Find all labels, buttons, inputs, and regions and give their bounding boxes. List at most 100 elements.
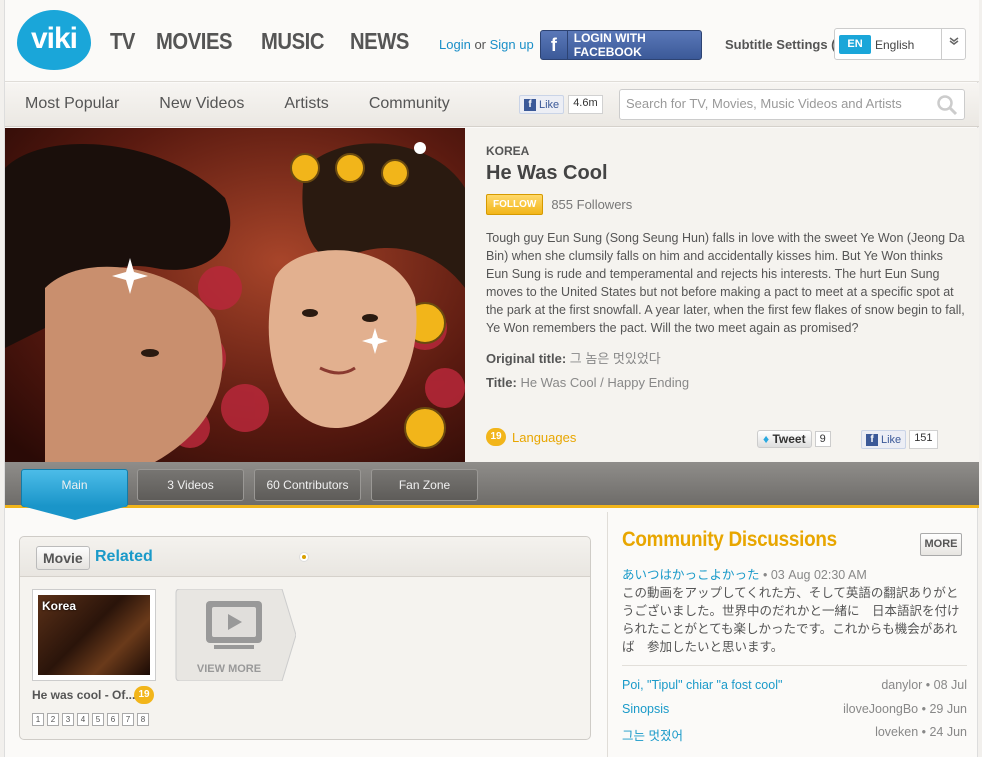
video-title[interactable]: He was cool - Of... bbox=[32, 688, 135, 702]
nav-news[interactable]: NEWS bbox=[350, 28, 409, 55]
sub-nav: Most Popular New Videos Artists Communit… bbox=[5, 83, 979, 127]
languages-count-badge: 19 bbox=[486, 428, 506, 446]
show-hero: KOREA He Was Cool FOLLOW 855 Followers T… bbox=[5, 128, 979, 462]
part-link[interactable]: 4 bbox=[77, 713, 89, 726]
tab-contributors[interactable]: 60 Contributors bbox=[254, 469, 361, 501]
language-code-badge: EN bbox=[839, 35, 871, 54]
title-row: Title: He Was Cool / Happy Ending bbox=[486, 371, 966, 395]
tweet-widget: ♦ Tweet 9 bbox=[757, 430, 831, 448]
part-pagination: 1 2 3 4 5 6 7 8 bbox=[32, 713, 149, 726]
facebook-like-label: Like bbox=[539, 98, 560, 111]
nav-music[interactable]: MUSIC bbox=[261, 28, 324, 55]
facebook-icon: f bbox=[541, 31, 568, 59]
discussion-row: 그는 멋졌어 loveken • 24 Jun bbox=[622, 725, 967, 744]
part-link[interactable]: 8 bbox=[137, 713, 149, 726]
title-value: He Was Cool / Happy Ending bbox=[520, 375, 690, 390]
video-thumbnail[interactable]: Korea bbox=[32, 589, 156, 681]
show-title: He Was Cool bbox=[486, 162, 608, 184]
show-description: Tough guy Eun Sung (Song Seung Hun) fall… bbox=[486, 231, 965, 335]
show-like-button[interactable]: f Like bbox=[861, 430, 907, 449]
facebook-login-label: LOGIN WITH FACEBOOK bbox=[573, 31, 646, 59]
languages-link[interactable]: 19 Languages bbox=[486, 428, 576, 446]
discussion-topic-link[interactable]: Sinopsis bbox=[622, 702, 669, 716]
facebook-like-count: 4.6m bbox=[568, 95, 603, 114]
show-info: KOREA He Was Cool FOLLOW 855 Followers T… bbox=[486, 144, 966, 395]
or-text: or bbox=[474, 37, 486, 52]
chevron-down-icon[interactable] bbox=[941, 29, 965, 59]
part-link[interactable]: 6 bbox=[107, 713, 119, 726]
community-discussions: Community Discussions MORE あいつはかっこよかった •… bbox=[607, 512, 979, 757]
search-input[interactable] bbox=[626, 96, 926, 111]
search-box bbox=[619, 89, 965, 120]
discussion-row: Poi, "Tipul" chiar "a fost cool" danylor… bbox=[622, 678, 967, 692]
discussion-body: この動画をアップしてくれた方、そして英語の翻訳ありがとうございました。世界中のだ… bbox=[622, 586, 960, 654]
thumbnail-overlay-label: Korea bbox=[42, 599, 77, 613]
discussion-topic-link[interactable]: あいつはかっこよかった bbox=[622, 568, 760, 582]
discussion-date: • 03 Aug 02:30 AM bbox=[763, 568, 867, 582]
part-link[interactable]: 5 bbox=[92, 713, 104, 726]
subnav-artists[interactable]: Artists bbox=[284, 95, 328, 113]
facebook-icon: f bbox=[866, 433, 878, 446]
discussion-meta: danylor • 08 Jul bbox=[881, 678, 967, 692]
original-title-value: 그 놈은 멋있었다 bbox=[569, 351, 661, 366]
languages-label: Languages bbox=[512, 429, 577, 445]
facebook-like-button[interactable]: f Like bbox=[519, 95, 565, 114]
twitter-bird-icon: ♦ bbox=[763, 432, 770, 446]
follow-button[interactable]: FOLLOW bbox=[486, 194, 544, 215]
show-tabs: Main 3 Videos 60 Contributors Fan Zone bbox=[5, 462, 979, 520]
signup-link[interactable]: Sign up bbox=[490, 37, 534, 52]
discussion-row: Sinopsis iloveJoongBo • 29 Jun bbox=[622, 702, 967, 716]
facebook-login-button[interactable]: f LOGIN WITH FACEBOOK bbox=[540, 30, 702, 60]
tab-movie[interactable]: Movie bbox=[36, 546, 90, 570]
tweet-label: Tweet bbox=[772, 432, 806, 446]
site-header: viki TV MOVIES MUSIC NEWS Login or Sign … bbox=[5, 0, 979, 82]
subtitle-settings-label: Subtitle Settings (1): bbox=[725, 37, 852, 52]
discussions-title: Community Discussions bbox=[622, 528, 837, 551]
login-link[interactable]: Login bbox=[439, 37, 471, 52]
tab-fan-zone[interactable]: Fan Zone bbox=[371, 469, 478, 501]
tab-main[interactable]: Main bbox=[21, 469, 128, 520]
original-title-row: Original title: 그 놈은 멋있었다 bbox=[486, 347, 966, 371]
title-label: Title: bbox=[486, 375, 517, 390]
discussion-topic-link[interactable]: Poi, "Tipul" chiar "a fost cool" bbox=[622, 678, 782, 692]
subnav-most-popular[interactable]: Most Popular bbox=[25, 95, 119, 113]
top-nav: TV MOVIES MUSIC NEWS bbox=[110, 28, 417, 55]
site-facebook-like: f Like 4.6m bbox=[519, 95, 603, 114]
page: viki TV MOVIES MUSIC NEWS Login or Sign … bbox=[4, 0, 979, 757]
language-name: English bbox=[875, 38, 915, 52]
show-like-count: 151 bbox=[909, 430, 938, 449]
tab-videos[interactable]: 3 Videos bbox=[137, 469, 244, 501]
login-links: Login or Sign up bbox=[439, 37, 534, 52]
show-like-label: Like bbox=[881, 433, 902, 446]
carousel-dot[interactable] bbox=[299, 552, 309, 562]
show-facebook-like: f Like 151 bbox=[861, 430, 938, 449]
subnav-community[interactable]: Community bbox=[369, 95, 450, 113]
view-more-button[interactable]: VIEW MORE bbox=[174, 588, 297, 682]
part-link[interactable]: 2 bbox=[47, 713, 59, 726]
discussion-meta: iloveJoongBo • 29 Jun bbox=[843, 702, 967, 716]
show-poster bbox=[5, 128, 465, 462]
videos-panel: Movie Related Korea He was cool - Of... … bbox=[19, 536, 591, 740]
tab-related[interactable]: Related bbox=[95, 548, 153, 566]
subnav-new-videos[interactable]: New Videos bbox=[159, 95, 244, 113]
show-country: KOREA bbox=[486, 144, 530, 158]
subtitle-language-select[interactable]: EN English bbox=[834, 28, 966, 60]
part-link[interactable]: 1 bbox=[32, 713, 44, 726]
featured-discussion: あいつはかっこよかった • 03 Aug 02:30 AM この動画をアップして… bbox=[622, 566, 967, 656]
nav-tv[interactable]: TV bbox=[110, 28, 135, 55]
view-more-label: VIEW MORE bbox=[196, 663, 262, 675]
part-link[interactable]: 3 bbox=[62, 713, 74, 726]
facebook-icon: f bbox=[524, 98, 536, 111]
search-icon[interactable] bbox=[936, 94, 958, 121]
part-link[interactable]: 7 bbox=[122, 713, 134, 726]
more-button[interactable]: MORE bbox=[920, 533, 962, 556]
original-title-label: Original title: bbox=[486, 351, 567, 366]
tweet-button[interactable]: ♦ Tweet bbox=[757, 430, 812, 448]
video-subtitle-badge: 19 bbox=[134, 686, 154, 704]
nav-movies[interactable]: MOVIES bbox=[156, 28, 233, 55]
discussion-topic-link[interactable]: 그는 멋졌어 bbox=[622, 725, 683, 744]
divider bbox=[622, 665, 967, 666]
tweet-count: 9 bbox=[814, 431, 831, 447]
viki-logo[interactable]: viki bbox=[17, 10, 91, 70]
followers-count: 855 Followers bbox=[551, 197, 633, 212]
